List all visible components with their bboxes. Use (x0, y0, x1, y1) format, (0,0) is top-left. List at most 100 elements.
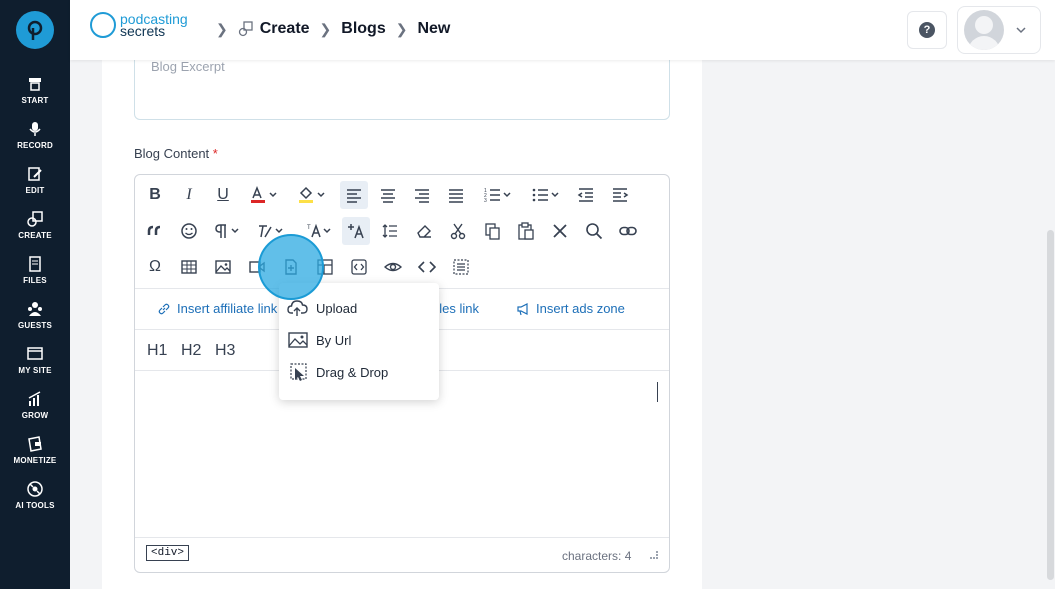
omega-icon: Ω (149, 258, 161, 275)
bullet-list-icon (532, 188, 559, 202)
search-icon (586, 223, 603, 240)
microphone-icon (29, 122, 41, 136)
special-char-button[interactable]: Ω (141, 253, 169, 281)
scissors-icon (450, 223, 466, 240)
sidebar-item-edit[interactable]: EDIT (0, 165, 70, 210)
select-all-button[interactable] (447, 253, 475, 281)
drag-drop-icon (290, 363, 307, 381)
insert-samples-link[interactable]: ples link (432, 301, 479, 316)
brand-logo[interactable]: podcasting secrets (90, 12, 188, 38)
insert-ads-zone-label: Insert ads zone (536, 301, 625, 316)
indent-button[interactable] (606, 181, 634, 209)
files-icon (29, 256, 41, 272)
search-button[interactable] (580, 217, 608, 245)
ordered-list-icon: 123 (484, 188, 511, 204)
sidebar-item-start[interactable]: START (0, 75, 70, 120)
upload-option-label: Upload (316, 300, 358, 316)
user-menu-button[interactable] (957, 6, 1041, 54)
link-button[interactable] (614, 217, 642, 245)
my-site-icon (27, 347, 43, 360)
paragraph-format-button[interactable] (209, 217, 245, 245)
remove-format-button[interactable] (546, 217, 574, 245)
line-height-button[interactable] (376, 217, 404, 245)
cloud-upload-icon (287, 300, 308, 316)
element-path-tag[interactable]: <div> (146, 545, 190, 561)
ordered-list-button[interactable]: 123 (478, 181, 518, 209)
outdent-button[interactable] (572, 181, 600, 209)
drag-drop-option[interactable]: Drag & Drop (287, 360, 388, 384)
svg-text:3: 3 (484, 198, 487, 204)
insert-affiliate-link[interactable]: Insert affiliate link (157, 301, 277, 316)
align-left-button[interactable] (340, 181, 368, 209)
image-button[interactable] (209, 253, 237, 281)
insert-file-menu: Upload By Url Drag & Drop (279, 283, 439, 400)
insert-samples-link-label: ples link (432, 301, 479, 316)
text-color-button[interactable] (245, 181, 285, 209)
paragraph-icon (215, 224, 239, 238)
sidebar-item-label: START (21, 96, 49, 105)
image-icon (288, 332, 308, 348)
by-url-option-label: By Url (316, 332, 352, 348)
megaphone-icon (517, 302, 528, 315)
clear-format-ai-button[interactable] (342, 217, 370, 245)
sidebar-item-my-site[interactable]: MY SITE (0, 345, 70, 390)
sidebar-item-label: MY SITE (18, 366, 52, 375)
sidebar-item-ai-tools[interactable]: AI TOOLS (0, 480, 70, 525)
sidebar-item-label: CREATE (18, 231, 52, 240)
highlight-color-button[interactable] (293, 181, 333, 209)
bold-button[interactable]: B (141, 181, 169, 209)
quote-button[interactable] (141, 217, 169, 245)
sidebar-item-monetize[interactable]: MONETIZE (0, 435, 70, 480)
embed-code-button[interactable] (345, 253, 373, 281)
outdent-icon (577, 188, 593, 202)
sidebar-item-record[interactable]: RECORD (0, 120, 70, 165)
sidebar-item-create[interactable]: CREATE (0, 210, 70, 255)
code-view-button[interactable] (413, 253, 441, 281)
select-all-icon (453, 259, 469, 275)
italic-button[interactable]: I (175, 181, 203, 209)
cut-button[interactable] (444, 217, 472, 245)
table-button[interactable] (175, 253, 203, 281)
drag-drop-option-label: Drag & Drop (316, 364, 389, 380)
underline-button[interactable]: U (209, 181, 237, 209)
sidebar-item-label: RECORD (17, 141, 53, 150)
sidebar-item-label: MONETIZE (13, 456, 57, 465)
blog-excerpt-field[interactable]: Blog Excerpt (134, 50, 670, 120)
emoji-button[interactable] (175, 217, 203, 245)
blog-content-label: Blog Content * (134, 146, 218, 161)
breadcrumb-blogs[interactable]: Blogs (341, 20, 385, 38)
app-logo[interactable] (16, 11, 54, 49)
h1-button[interactable]: H1 (147, 342, 167, 360)
sidebar-item-grow[interactable]: GROW (0, 390, 70, 435)
paste-button[interactable] (512, 217, 540, 245)
align-justify-button[interactable] (442, 181, 470, 209)
quote-icon (147, 225, 161, 235)
breadcrumb: ❯ Create ❯ Blogs ❯ New (206, 20, 450, 38)
blog-excerpt-placeholder: Blog Excerpt (151, 59, 225, 74)
preview-button[interactable] (379, 253, 407, 281)
unordered-list-button[interactable] (526, 181, 566, 209)
link-icon (158, 303, 170, 314)
editor-status-bar: <div> characters: 4 (135, 537, 669, 572)
upload-option[interactable]: Upload (287, 296, 357, 320)
font-size-icon: T (307, 223, 331, 238)
breadcrumb-create[interactable]: Create (260, 20, 310, 38)
h3-button[interactable]: H3 (215, 342, 235, 360)
top-header: podcasting secrets ❯ Create ❯ Blogs ❯ Ne… (70, 0, 1055, 60)
eraser-button[interactable] (410, 217, 438, 245)
sidebar-item-guests[interactable]: GUESTS (0, 300, 70, 345)
chevron-down-icon (1016, 27, 1026, 34)
monetize-icon (28, 436, 42, 452)
resize-handle[interactable] (650, 551, 658, 559)
align-center-button[interactable] (374, 181, 402, 209)
insert-ads-zone[interactable]: Insert ads zone (516, 301, 625, 316)
h2-button[interactable]: H2 (181, 342, 201, 360)
by-url-option[interactable]: By Url (287, 328, 351, 352)
copy-button[interactable] (478, 217, 506, 245)
guests-icon (28, 302, 42, 316)
help-button[interactable]: ? (907, 11, 947, 49)
align-right-button[interactable] (408, 181, 436, 209)
scrollbar-thumb[interactable] (1047, 230, 1054, 580)
sidebar-item-files[interactable]: FILES (0, 255, 70, 300)
insert-affiliate-link-label: Insert affiliate link (177, 301, 278, 316)
